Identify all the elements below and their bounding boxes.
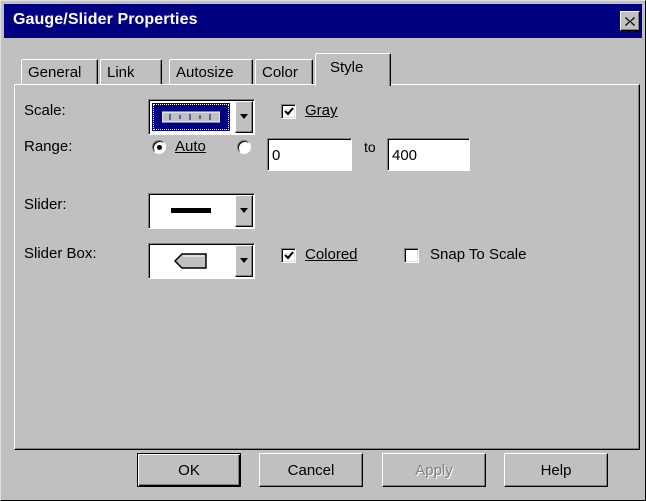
properties-dialog: Gauge/Slider Properties General Link Aut… [0,0,646,501]
scale-selected-value [152,103,230,131]
close-icon [625,16,635,26]
apply-button[interactable]: Apply [382,453,486,487]
range-from-input[interactable]: 0 [267,138,352,171]
scale-label-text: Scale: [24,102,66,119]
range-from-value: 0 [272,147,281,164]
tab-autosize-label: Autosize [176,64,234,81]
chevron-down-icon [240,258,248,263]
checkmark-icon [283,251,294,260]
slider-line-icon [171,208,211,213]
help-button[interactable]: Help [504,453,608,487]
scale-ticks-icon [162,111,220,123]
chevron-down-icon [240,208,248,213]
cancel-button-label: Cancel [287,461,335,479]
chevron-down-icon [240,114,248,119]
tab-style-label: Style [330,59,364,76]
slider-box-dropdown[interactable] [148,243,255,279]
slider-box-label-text: Slider Box: [24,245,97,262]
ok-button[interactable]: OK [137,453,241,487]
title-bar[interactable]: Gauge/Slider Properties [4,4,642,38]
apply-button-label: Apply [415,461,453,479]
colored-label[interactable]: Colored [305,246,358,263]
slider-box-label: Slider Box: [24,245,97,262]
slider-box-shape-icon [174,253,207,269]
tab-general-label: General [28,64,82,81]
cancel-button[interactable]: Cancel [259,453,363,487]
slider-label: Slider: [24,196,67,213]
checkmark-icon [283,107,294,116]
tab-style[interactable]: Style [315,53,391,86]
gray-label[interactable]: Gray [305,102,338,119]
range-to-label-text: to [364,139,376,155]
snap-to-scale-label[interactable]: Snap To Scale [430,246,526,263]
tab-link[interactable]: Link [100,59,162,85]
range-auto-label-text: Auto [175,138,206,155]
colored-label-text: Colored [305,246,358,263]
ok-button-label: OK [178,461,200,479]
snap-to-scale-label-text: Snap To Scale [430,246,527,263]
slider-selected-value [152,197,230,225]
style-tab-panel: Scale: Gray Range: Auto 0 to 400 Slider:… [14,84,640,450]
window-title: Gauge/Slider Properties [13,11,198,28]
slider-box-selected-value [152,247,230,275]
range-auto-radio[interactable] [152,140,166,154]
scale-dropdown[interactable] [148,99,255,135]
scale-dropdown-arrow[interactable] [235,101,253,133]
tab-color[interactable]: Color [255,59,313,85]
range-label-text: Range: [24,138,73,155]
close-button[interactable] [620,11,640,31]
gray-checkbox[interactable] [281,104,296,119]
range-auto-label[interactable]: Auto [175,138,206,155]
slider-label-text: Slider: [24,196,67,213]
range-to-value: 400 [392,147,418,164]
slider-box-dropdown-arrow[interactable] [235,245,253,277]
tab-autosize[interactable]: Autosize [169,59,253,85]
gray-label-text: Gray [305,102,338,119]
radio-selected-dot [156,144,162,150]
tab-general[interactable]: General [21,59,98,85]
range-custom-radio[interactable] [237,140,251,154]
range-to-label: to [364,139,376,155]
colored-checkbox[interactable] [281,248,296,263]
tab-link-label: Link [107,64,135,81]
slider-dropdown-arrow[interactable] [235,195,253,227]
range-label: Range: [24,138,72,155]
help-button-label: Help [540,461,572,479]
range-to-input[interactable]: 400 [387,138,470,171]
snap-to-scale-checkbox[interactable] [404,248,419,263]
slider-dropdown[interactable] [148,193,255,229]
tab-color-label: Color [262,64,298,81]
scale-label: Scale: [24,102,66,119]
